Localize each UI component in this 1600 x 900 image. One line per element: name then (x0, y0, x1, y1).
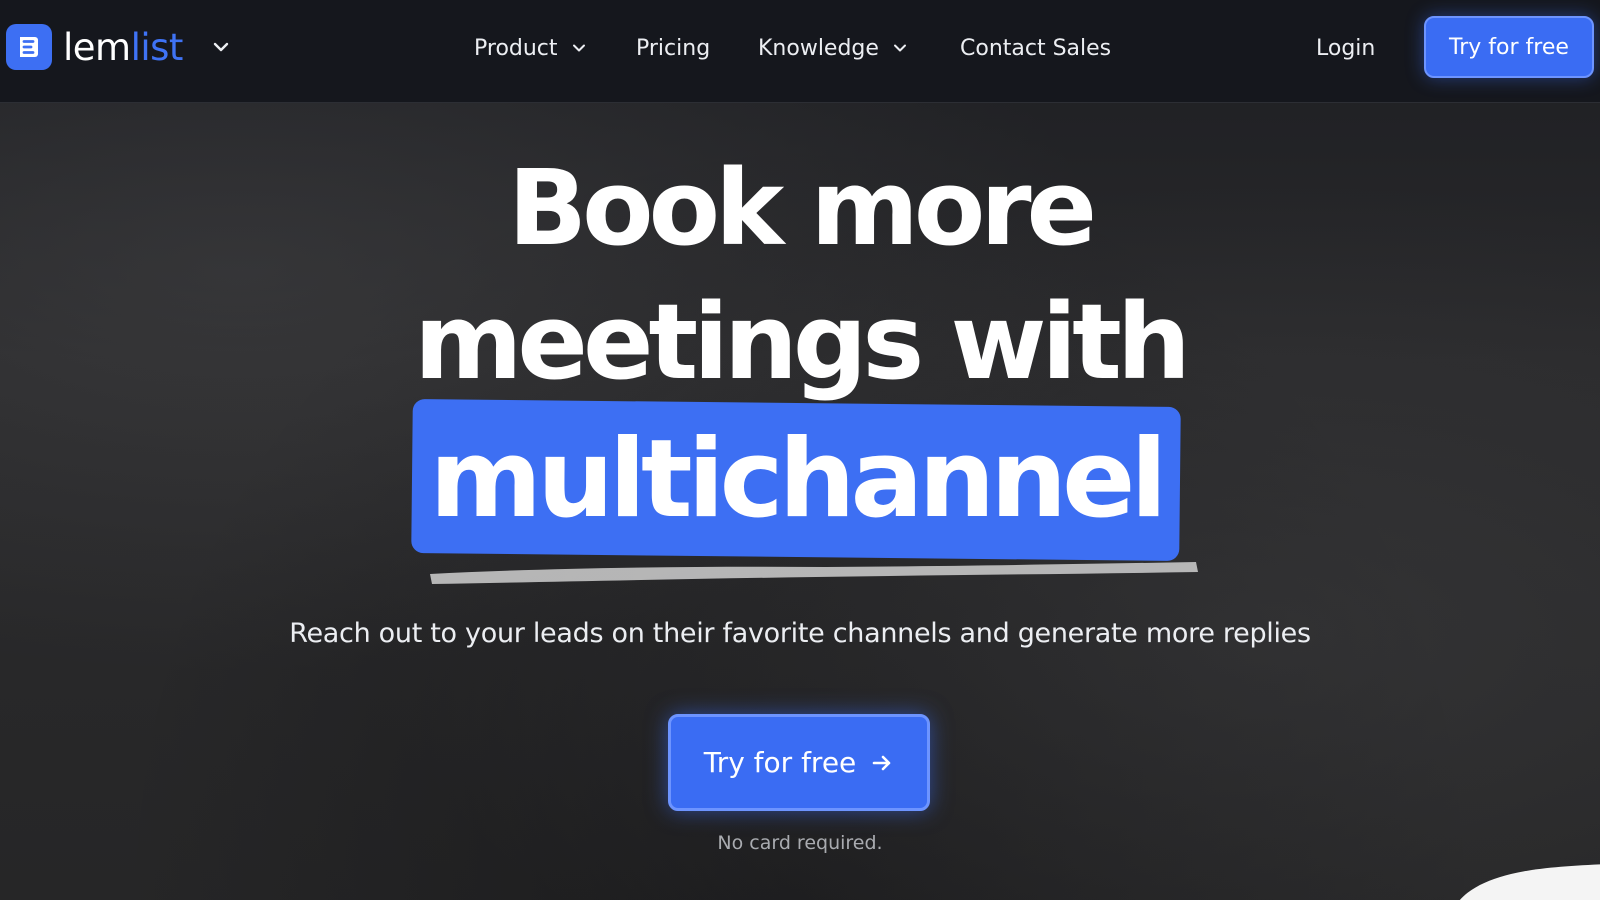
no-card-note: No card required. (717, 832, 883, 854)
decorative-shape (1459, 864, 1600, 900)
hero-try-for-free-button[interactable]: Try for free (668, 714, 930, 811)
nav-item-label: Product (474, 35, 558, 61)
nav-item-contact-sales[interactable]: Contact Sales (960, 30, 1111, 66)
nav-item-label: Pricing (636, 35, 711, 61)
nav-item-label: Knowledge (758, 35, 879, 61)
headline-line-1: Book more (507, 147, 1097, 269)
lemlist-logo[interactable]: lemlist (6, 23, 183, 71)
headline-highlight: multichannel (429, 417, 1168, 542)
logo-wordmark: lemlist (63, 25, 183, 69)
login-link[interactable]: Login (1316, 30, 1375, 66)
headline-line-2: meetings with (414, 281, 1191, 403)
lemlist-logo-icon (6, 24, 52, 70)
hero-cta-label: Try for free (703, 746, 857, 779)
nav-item-pricing[interactable]: Pricing (636, 30, 710, 66)
try-for-free-button[interactable]: Try for free (1424, 16, 1594, 78)
hero-subtitle: Reach out to your leads on their favorit… (289, 618, 1311, 649)
top-navigation: lemlist Product Pricing Knowledge Contac… (0, 0, 1600, 103)
chevron-down-icon (893, 44, 906, 52)
nav-item-label: Contact Sales (960, 35, 1112, 61)
nav-item-knowledge[interactable]: Knowledge (758, 30, 907, 66)
nav-item-product[interactable]: Product (474, 30, 586, 66)
brush-underline (430, 562, 1198, 584)
chevron-down-icon[interactable] (212, 38, 230, 56)
arrow-right-icon (872, 755, 891, 770)
chevron-down-icon (572, 44, 585, 52)
